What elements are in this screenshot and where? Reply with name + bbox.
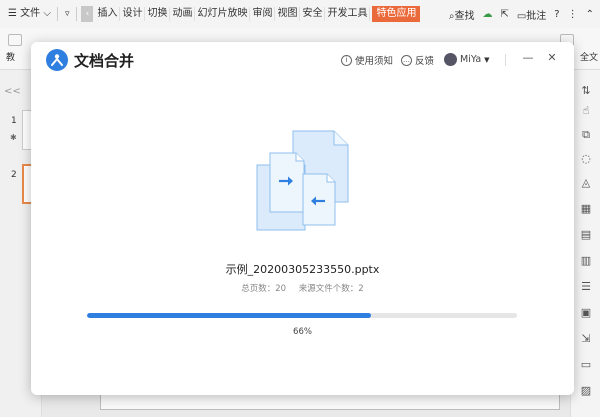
menu-item-slideshow[interactable]: 幻灯片放映 xyxy=(195,7,251,21)
share-icon[interactable]: ⇱ xyxy=(500,9,508,20)
slide-number: 1 xyxy=(11,116,17,126)
minimize-icon: — xyxy=(522,51,534,64)
collapse-ribbon-icon[interactable]: ⌃ xyxy=(586,9,594,20)
usage-guide-link[interactable]: i 使用须知 xyxy=(341,53,393,67)
slide-number: 2 xyxy=(11,170,17,180)
ribbon-label-fulltext[interactable]: 全文 xyxy=(577,50,600,63)
header-divider xyxy=(505,54,506,66)
info-icon: i xyxy=(341,54,352,66)
dialog-header: 文档合并 i 使用须知 … 反馈 MiYa ▼ — ✕ xyxy=(31,42,574,78)
feedback-link[interactable]: … 反馈 xyxy=(401,53,434,67)
merge-logo-icon xyxy=(46,49,68,71)
search-button[interactable]: ⌕查找 xyxy=(449,7,475,22)
ribbon-label-left[interactable]: 教 xyxy=(6,50,15,63)
user-name: MiYa xyxy=(460,54,482,65)
scroll-left-button[interactable]: ‹ xyxy=(81,6,94,22)
grid-icon[interactable]: ▤ xyxy=(579,228,593,242)
menu-file[interactable]: ☰ 文件 ⌵ xyxy=(0,7,53,21)
menu-item-design[interactable]: 设计 xyxy=(120,7,146,21)
caret-down-icon: ▼ xyxy=(484,55,490,64)
usage-guide-label: 使用须知 xyxy=(355,56,394,67)
avatar xyxy=(444,53,457,66)
merged-file-name: 示例_20200305233550.pptx xyxy=(225,263,380,276)
shapes-icon[interactable]: ◌ xyxy=(579,152,593,166)
menu-separator xyxy=(56,7,58,21)
document-merge-dialog: 文档合并 i 使用须知 … 反馈 MiYa ▼ — ✕ 示例_202003052… xyxy=(31,42,574,395)
chat-icon: … xyxy=(401,54,412,66)
feedback-label: 反馈 xyxy=(415,56,435,67)
export-icon[interactable]: ⇲ xyxy=(579,332,593,346)
source-file-count: 来源文件个数：2 xyxy=(298,284,364,294)
chevron-down-icon: ⌵ xyxy=(43,8,51,19)
cloud-sync-icon[interactable]: ☁ xyxy=(482,9,492,20)
fill-icon[interactable]: ◬ xyxy=(579,176,593,190)
comment-icon: ▭ xyxy=(516,10,527,22)
menu-item-developer[interactable]: 开发工具 xyxy=(325,7,371,21)
menu-bar: ☰ 文件 ⌵ ▿ ‹ 插入 设计 切换 动画 幻灯片放映 审阅 视图 安全 开发… xyxy=(0,0,600,28)
menu-right-group: ⌕查找 ☁ ⇱ ▭批注 ? ⋮ ⌃ xyxy=(449,7,600,22)
menu-item-review[interactable]: 审阅 xyxy=(250,7,276,21)
merge-progress-bar xyxy=(87,313,517,318)
menu-item-transition[interactable]: 切换 xyxy=(145,7,171,21)
progress-fill xyxy=(87,313,371,318)
hamburger-icon: ☰ xyxy=(8,8,17,19)
chart-icon[interactable]: ▥ xyxy=(579,254,593,268)
settings-sliders-icon[interactable]: ☰ xyxy=(579,280,593,294)
copy-icon[interactable]: ⧉ xyxy=(579,128,593,142)
help-button[interactable]: ? xyxy=(554,9,559,20)
menu-item-security[interactable]: 安全 xyxy=(300,7,326,21)
menu-item-special-apps[interactable]: 特色应用 xyxy=(372,6,421,22)
pointer-icon[interactable]: ☝ xyxy=(579,104,593,118)
collapse-panel-button[interactable]: << xyxy=(4,86,21,97)
photo-icon[interactable]: ▨ xyxy=(579,384,593,398)
archive-icon[interactable]: ▭ xyxy=(579,358,593,372)
image-icon[interactable]: ▣ xyxy=(579,306,593,320)
select-icon[interactable]: ⇅ xyxy=(579,84,593,98)
annotate-button[interactable]: ▭批注 xyxy=(517,7,546,22)
ribbon-tool-icon[interactable] xyxy=(8,34,22,46)
right-sidebar: ⇅ ☝ ⧉ ◌ ◬ ▦ ▤ ▥ ☰ ▣ ⇲ ▭ ▨ xyxy=(570,70,600,417)
dropdown-icon[interactable]: ▿ xyxy=(62,9,73,19)
total-pages: 总页数：20 xyxy=(241,284,287,294)
file-meta: 总页数：20 来源文件个数：2 xyxy=(31,282,574,294)
close-icon: ✕ xyxy=(547,51,557,64)
merge-illustration-icon xyxy=(255,128,351,236)
minimize-button[interactable]: — xyxy=(521,51,535,65)
more-icon[interactable]: ⋮ xyxy=(568,9,578,20)
menu-separator xyxy=(76,7,78,21)
menu-item-view[interactable]: 视图 xyxy=(275,7,301,21)
progress-percent: 66% xyxy=(293,327,312,337)
animation-star-icon: ✱ xyxy=(10,133,17,142)
table-icon[interactable]: ▦ xyxy=(579,202,593,216)
menu-item-animation[interactable]: 动画 xyxy=(170,7,196,21)
dialog-title: 文档合并 xyxy=(74,52,135,70)
user-menu[interactable]: MiYa ▼ xyxy=(444,53,490,66)
menu-item-insert[interactable]: 插入 xyxy=(95,7,121,21)
close-button[interactable]: ✕ xyxy=(545,51,559,65)
